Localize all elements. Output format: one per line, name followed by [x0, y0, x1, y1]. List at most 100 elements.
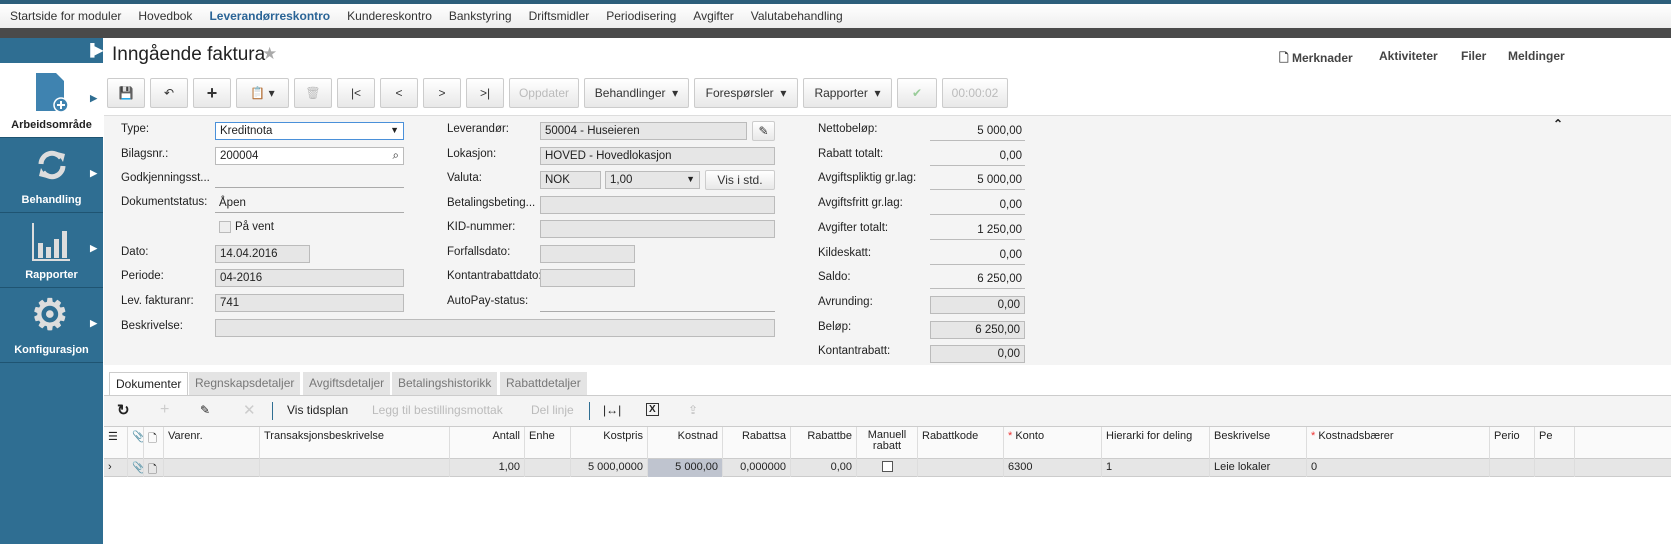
grid-cell[interactable]: 5 000,0000: [571, 459, 648, 477]
delete-row-icon[interactable]: ✕: [243, 401, 256, 419]
refresh-icon[interactable]: ↻: [117, 401, 130, 419]
grid-cell[interactable]: [918, 459, 1004, 477]
grid-cell[interactable]: [857, 459, 918, 477]
on-hold-checkbox[interactable]: [219, 221, 231, 233]
cash-discount-date-input[interactable]: [540, 269, 635, 287]
column-header[interactable]: Rabattbe: [791, 427, 857, 459]
grid-cell[interactable]: [260, 459, 450, 477]
description-input[interactable]: [215, 319, 775, 337]
split-line-button[interactable]: Del linje: [531, 403, 574, 417]
column-header[interactable]: Kostpris: [571, 427, 648, 459]
column-header[interactable]: Pe: [1535, 427, 1575, 459]
column-header[interactable]: * Konto: [1004, 427, 1102, 459]
column-header[interactable]: Varenr.: [164, 427, 260, 459]
tab-regnskapsdetaljer[interactable]: Regnskapsdetaljer: [189, 372, 301, 395]
view-schedule-button[interactable]: Vis tidsplan: [287, 403, 348, 417]
nav-bankstyring[interactable]: Bankstyring: [449, 9, 512, 23]
attachment-icon[interactable]: 📎: [128, 459, 144, 477]
undo-button[interactable]: ↶: [150, 78, 188, 108]
column-header[interactable]: Rabattkode: [918, 427, 1004, 459]
notes-link[interactable]: 🗋 Merknader: [1279, 49, 1353, 70]
nav-periodisering[interactable]: Periodisering: [606, 9, 676, 23]
grid-cell[interactable]: 6300: [1004, 459, 1102, 477]
grid-cell[interactable]: 1,00: [450, 459, 525, 477]
sidebar-item-konfigurasjon[interactable]: ⚙ ▶ Konfigurasjon: [0, 288, 103, 363]
files-link[interactable]: Filer: [1461, 49, 1486, 63]
column-header[interactable]: Kostnad: [648, 427, 723, 459]
grid-cell[interactable]: 0,00: [791, 459, 857, 477]
vendor-invoice-input[interactable]: 741: [215, 294, 404, 312]
inquiries-dropdown[interactable]: Forespørsler ▾: [694, 78, 798, 108]
kid-input[interactable]: [540, 220, 775, 238]
column-header[interactable]: Antall: [450, 427, 525, 459]
previous-record-button[interactable]: <: [380, 78, 418, 108]
sidebar-item-arbeidsomrade[interactable]: ▶ Arbeidsområde: [0, 63, 103, 138]
doc-number-input[interactable]: 200004 ⌕: [215, 147, 404, 165]
messages-link[interactable]: Meldinger: [1508, 49, 1565, 63]
approve-check-button[interactable]: ✔: [897, 78, 937, 108]
tab-dokumenter[interactable]: Dokumenter: [109, 372, 189, 395]
terms-input[interactable]: [540, 196, 775, 214]
add-receipt-button[interactable]: Legg til bestillingsmottak: [372, 403, 503, 417]
column-header[interactable]: Transaksjonsbeskrivelse: [260, 427, 450, 459]
row-menu-icon[interactable]: ☰: [104, 427, 128, 459]
grid-cell[interactable]: [1490, 459, 1535, 477]
next-record-button[interactable]: >: [423, 78, 461, 108]
vendor-input[interactable]: 50004 - Huseieren: [540, 122, 747, 140]
delete-button[interactable]: 🗑: [294, 78, 332, 108]
nav-hovedbok[interactable]: Hovedbok: [138, 9, 192, 23]
nav-kundereskontro[interactable]: Kundereskontro: [347, 9, 432, 23]
collapse-icon[interactable]: ⌃: [1553, 117, 1563, 131]
excel-export-icon[interactable]: X: [646, 403, 659, 416]
actions-dropdown[interactable]: Behandlinger ▾: [584, 78, 689, 108]
note-icon[interactable]: 🗋: [144, 459, 164, 477]
fit-columns-icon[interactable]: |↔|: [603, 403, 621, 417]
edit-pencil-icon[interactable]: ✎: [200, 403, 210, 417]
sidebar-item-behandling[interactable]: ▶ Behandling: [0, 138, 103, 213]
tab-betalingshistorikk[interactable]: Betalingshistorikk: [392, 372, 498, 395]
rate-select[interactable]: 1,00 ▼: [605, 171, 700, 189]
tab-rabattdetaljer[interactable]: Rabattdetaljer: [500, 372, 587, 395]
add-row-icon[interactable]: +: [160, 401, 169, 419]
column-header[interactable]: Rabattsa: [723, 427, 791, 459]
reports-dropdown[interactable]: Rapporter ▾: [803, 78, 892, 108]
currency-input[interactable]: NOK: [540, 171, 601, 189]
copy-paste-button[interactable]: 📋 ▾: [236, 78, 289, 108]
grid-cell[interactable]: 1: [1102, 459, 1210, 477]
row-selector-icon[interactable]: ›: [104, 459, 128, 477]
first-record-button[interactable]: |<: [337, 78, 375, 108]
grid-cell[interactable]: 0: [1307, 459, 1490, 477]
nav-leverandorreskontro[interactable]: Leverandørreskontro: [209, 9, 330, 23]
grid-cell[interactable]: 5 000,00: [648, 459, 723, 477]
nav-startside[interactable]: Startside for moduler: [10, 9, 121, 23]
search-icon[interactable]: ⌕: [393, 150, 399, 163]
location-input[interactable]: HOVED - Hovedlokasjon: [540, 147, 775, 165]
column-header[interactable]: Enhe: [525, 427, 571, 459]
grid-cell[interactable]: Leie lokaler: [1210, 459, 1307, 477]
column-header[interactable]: Beskrivelse: [1210, 427, 1307, 459]
favorite-star-icon[interactable]: ★: [262, 44, 277, 64]
type-select[interactable]: Kreditnota ▼: [215, 122, 404, 140]
sidebar-item-rapporter[interactable]: ▶ Rapporter: [0, 213, 103, 288]
column-header[interactable]: Perio: [1490, 427, 1535, 459]
due-date-input[interactable]: [540, 245, 635, 263]
add-button[interactable]: +: [193, 78, 231, 108]
nav-driftsmidler[interactable]: Driftsmidler: [529, 9, 590, 23]
column-header[interactable]: Manuell rabatt: [857, 427, 918, 459]
period-input[interactable]: 04-2016: [215, 269, 404, 287]
date-input[interactable]: 14.04.2016: [215, 245, 310, 263]
column-header[interactable]: Hierarki for deling: [1102, 427, 1210, 459]
grid-cell[interactable]: [164, 459, 260, 477]
nav-avgifter[interactable]: Avgifter: [693, 9, 733, 23]
edit-vendor-pencil-icon[interactable]: ✎: [752, 121, 775, 141]
column-header[interactable]: * Kostnadsbærer: [1307, 427, 1490, 459]
update-button[interactable]: Oppdater: [509, 78, 579, 108]
grid-cell[interactable]: [525, 459, 571, 477]
manual-discount-checkbox[interactable]: [881, 461, 893, 472]
table-row[interactable]: ›📎🗋 1,00 5 000,00005 000,000,0000000,00 630…: [104, 459, 1671, 477]
view-base-currency-button[interactable]: Vis i std.: [705, 170, 775, 190]
grid-cell[interactable]: [1535, 459, 1575, 477]
sidebar-toggle-icon[interactable]: ▐▶: [86, 43, 104, 57]
last-record-button[interactable]: >|: [466, 78, 504, 108]
tab-avgiftsdetaljer[interactable]: Avgiftsdetaljer: [303, 372, 391, 395]
